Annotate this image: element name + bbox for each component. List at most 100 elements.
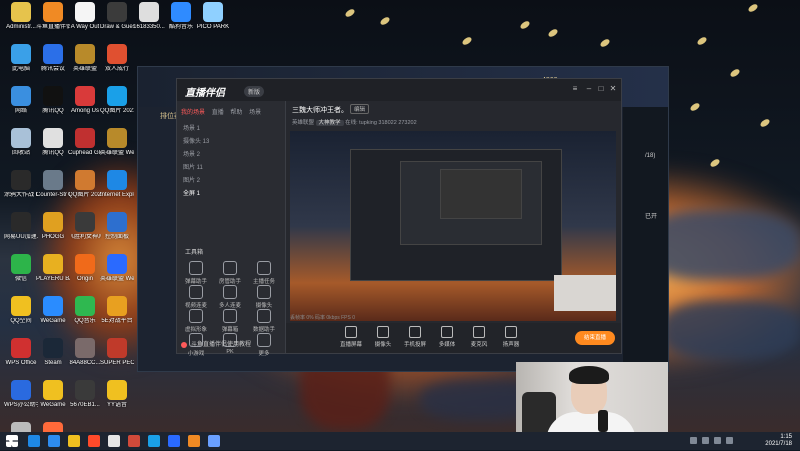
stream-preview[interactable] bbox=[290, 131, 616, 321]
tab-scene[interactable]: 场景 bbox=[249, 110, 261, 116]
desktop-icon[interactable]: PICO PARK bbox=[196, 2, 230, 31]
tool-button[interactable]: 主播任务 bbox=[249, 261, 279, 285]
scene-item[interactable]: 图片 11 bbox=[183, 162, 203, 171]
scene-item[interactable]: 场景 1 bbox=[183, 123, 200, 132]
desktop-icon[interactable]: 《胜利女神》 20MB... bbox=[68, 212, 102, 241]
source-label: 麦克风 bbox=[470, 342, 488, 348]
edit-room-button[interactable]: 编辑 bbox=[350, 104, 370, 114]
tab-live[interactable]: 直播 bbox=[212, 110, 224, 116]
desktop-icon[interactable]: 斗鱼直播伴侣 bbox=[36, 2, 70, 31]
desktop-icon[interactable]: QQ图片 20210717... bbox=[100, 86, 134, 115]
desktop-icon[interactable]: 腾讯QQ bbox=[36, 86, 70, 115]
menu-icon[interactable]: ≡ bbox=[571, 85, 579, 93]
tool-icon bbox=[257, 261, 271, 275]
desktop-icon[interactable]: 腾讯会议 bbox=[36, 44, 70, 73]
tool-button[interactable]: 弹幕助手 bbox=[181, 261, 211, 285]
tool-button[interactable]: 房管助手 bbox=[215, 261, 245, 285]
scene-item[interactable]: 图片 2 bbox=[183, 175, 200, 184]
desktop-icon[interactable]: QQ图片 20210621... bbox=[68, 170, 102, 199]
taskbar-app-icon[interactable] bbox=[48, 435, 60, 447]
nested-preview-3 bbox=[440, 169, 522, 219]
desktop-icon[interactable]: Origin bbox=[68, 254, 102, 283]
source-button[interactable]: 直播屏幕 bbox=[336, 326, 366, 348]
desktop-icon[interactable]: 5670EB1... bbox=[68, 380, 102, 409]
desktop-icon[interactable]: WeGame bbox=[36, 380, 70, 409]
taskbar-app-icon[interactable] bbox=[108, 435, 120, 447]
tutorial-link[interactable]: 斗鱼直播伴侣使用教程 bbox=[177, 337, 285, 353]
version-tag[interactable]: 新版 bbox=[244, 86, 265, 97]
desktop-icon[interactable]: Steam bbox=[36, 338, 70, 367]
source-button[interactable]: 多媒体 bbox=[432, 326, 462, 348]
taskbar-app-icon[interactable] bbox=[128, 435, 140, 447]
desktop-icon[interactable]: 84A88CC... bbox=[68, 338, 102, 367]
desktop-icon[interactable]: WeGame bbox=[36, 296, 70, 325]
desktop-icon[interactable]: 5E对战平台 bbox=[100, 296, 134, 325]
scene-item[interactable]: 全屏 1 bbox=[183, 188, 200, 197]
taskbar-app-icon[interactable] bbox=[28, 435, 40, 447]
tool-icon bbox=[189, 285, 203, 299]
room-title: 三魏大师冲王者。 bbox=[292, 107, 348, 114]
tool-button[interactable]: 视频连麦 bbox=[181, 285, 211, 309]
desktop-icon[interactable]: WPS办公助手 bbox=[4, 380, 38, 409]
desktop-icon[interactable]: PLAYERU BATTLEGR... bbox=[36, 254, 70, 283]
tool-button[interactable]: 弹幕箱 bbox=[215, 309, 245, 333]
desktop-icon[interactable]: 微信 bbox=[4, 254, 38, 283]
desktop-icon[interactable]: 涂鸦大作战 Dance of... bbox=[4, 170, 38, 199]
streaming-app-window[interactable]: 直播伴侣 新版 ≡ – □ ✕ 我的场景 直播 帮助 场景 场景 1 摄像头 13… bbox=[176, 78, 622, 357]
app-icon bbox=[11, 44, 31, 64]
desktop-icon[interactable]: 酷狗音乐 bbox=[164, 2, 198, 31]
taskbar-app-icon[interactable] bbox=[168, 435, 180, 447]
source-button[interactable]: 麦克风 bbox=[464, 326, 494, 348]
desktop-icon[interactable]: A Way Out bbox=[68, 2, 102, 31]
tool-button[interactable]: 摄像头 bbox=[249, 285, 279, 309]
desktop-icon[interactable]: 网络 bbox=[4, 86, 38, 115]
desktop-icon[interactable]: 回收站 bbox=[4, 128, 38, 157]
desktop-icon[interactable]: 网易UU加速... bbox=[4, 212, 38, 241]
tab-help[interactable]: 帮助 bbox=[230, 110, 242, 116]
desktop-icon-label: SUPER PEOPLE bbox=[100, 360, 134, 366]
desktop-icon[interactable]: 16183350... bbox=[132, 2, 166, 31]
desktop-icon[interactable]: PHOGG bbox=[36, 212, 70, 241]
desktop-icon[interactable]: Counter-Str Global Off... bbox=[36, 170, 70, 199]
desktop-icon[interactable]: 英雄联盟 bbox=[68, 44, 102, 73]
desktop-icon[interactable]: 腾讯QQ bbox=[36, 128, 70, 157]
desktop-icon[interactable]: 此电脑 bbox=[4, 44, 38, 73]
taskbar-app-icon[interactable] bbox=[88, 435, 100, 447]
source-button[interactable]: 摄像头 bbox=[368, 326, 398, 348]
desktop-icon[interactable]: QQ空间 bbox=[4, 296, 38, 325]
maximize-icon[interactable]: □ bbox=[597, 85, 605, 93]
desktop-icon[interactable]: 双人成行 bbox=[100, 44, 134, 73]
taskbar-app-icon[interactable] bbox=[148, 435, 160, 447]
desktop-icon[interactable]: Draw & Guess bbox=[100, 2, 134, 31]
scene-item[interactable]: 摄像头 13 bbox=[183, 136, 209, 145]
app-icon bbox=[107, 212, 127, 232]
start-icon[interactable] bbox=[6, 435, 18, 447]
taskbar-app-icon[interactable] bbox=[208, 435, 220, 447]
app-icon bbox=[11, 380, 31, 400]
desktop-icon[interactable]: YY语音 bbox=[100, 380, 134, 409]
desktop-icon[interactable]: 英雄联盟 WeGame... bbox=[100, 128, 134, 157]
taskbar-app-icon[interactable] bbox=[188, 435, 200, 447]
clock[interactable]: 1:15 2021/7/18 bbox=[765, 434, 792, 448]
desktop-icon[interactable]: SUPER PEOPLE bbox=[100, 338, 134, 367]
tool-button[interactable]: 虚拟形象 bbox=[181, 309, 211, 333]
source-button[interactable]: 扬声器 bbox=[496, 326, 526, 348]
tool-button[interactable]: 数据助手 bbox=[249, 309, 279, 333]
desktop-icon[interactable]: WPS Office bbox=[4, 338, 38, 367]
end-stream-button[interactable]: 结束直播 bbox=[575, 331, 615, 345]
desktop-icon[interactable]: QQ音乐 bbox=[68, 296, 102, 325]
desktop-icon[interactable]: Cuphead Global Off... bbox=[68, 128, 102, 157]
desktop-icon[interactable]: 控制面板 bbox=[100, 212, 134, 241]
tool-button[interactable]: 多人连麦 bbox=[215, 285, 245, 309]
taskbar-app-icon[interactable] bbox=[68, 435, 80, 447]
desktop-icon[interactable]: 英雄联盟 WeGame... bbox=[100, 254, 134, 283]
source-button[interactable]: 手机投屏 bbox=[400, 326, 430, 348]
tab-my-scenes[interactable]: 我的场景 bbox=[181, 110, 205, 116]
desktop-icon[interactable]: Administr... bbox=[4, 2, 38, 31]
desktop-icon[interactable]: Internet Explorer bbox=[100, 170, 134, 199]
scene-item[interactable]: 场景 2 bbox=[183, 149, 200, 158]
minimize-icon[interactable]: – bbox=[585, 85, 593, 93]
desktop-icon[interactable]: Among Us bbox=[68, 86, 102, 115]
category-chip[interactable]: 大神教学 bbox=[315, 120, 344, 126]
close-icon[interactable]: ✕ bbox=[609, 85, 617, 93]
